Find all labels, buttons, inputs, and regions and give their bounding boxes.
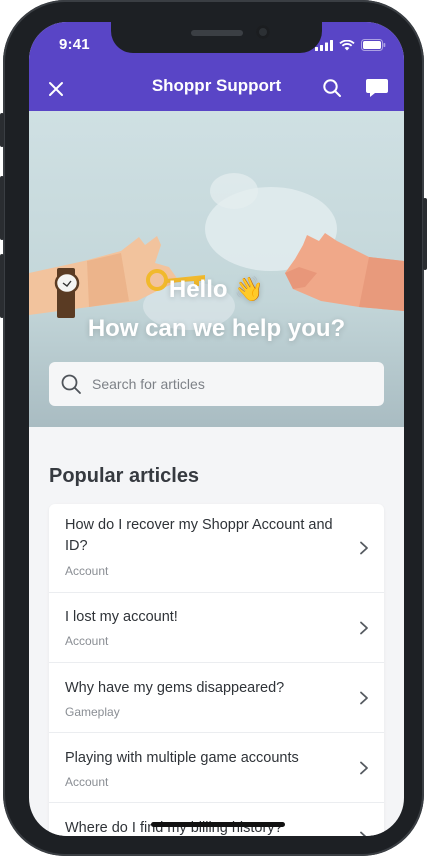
article-category: Gameplay: [65, 705, 120, 719]
battery-icon: [361, 39, 386, 51]
wifi-icon: [339, 39, 355, 50]
list-item[interactable]: How do I recover my Shoppr Account and I…: [49, 504, 384, 593]
screen: 9:41 Shoppr Support Hello 👋 How can we h…: [29, 22, 404, 836]
list-item[interactable]: I lost my account! Account: [49, 593, 384, 663]
chevron-right-icon: [360, 691, 368, 705]
notch: [111, 22, 322, 53]
article-category: Account: [65, 775, 109, 789]
popular-articles-heading: Popular articles: [49, 465, 200, 487]
article-category: Account: [65, 564, 109, 578]
list-item[interactable]: Playing with multiple game accounts Acco…: [49, 733, 384, 803]
app-header: Shoppr Support: [29, 66, 404, 111]
chat-icon[interactable]: [365, 77, 389, 99]
hero-greeting: Hello 👋: [168, 276, 265, 303]
speaker: [191, 30, 243, 36]
chevron-right-icon: [360, 541, 368, 555]
status-icons: [315, 39, 386, 51]
chevron-right-icon: [360, 831, 367, 836]
article-title: Playing with multiple game accounts: [65, 750, 299, 766]
chevron-right-icon: [360, 621, 368, 635]
search-icon[interactable]: [321, 77, 343, 99]
article-search[interactable]: [49, 362, 384, 406]
volume-down-button: [0, 254, 4, 318]
phone-frame: 9:41 Shoppr Support Hello 👋 How can we h…: [0, 0, 427, 856]
page-title: Shoppr Support: [151, 76, 282, 95]
silent-switch: [0, 113, 4, 147]
article-title: Why have my gems disappeared?: [65, 680, 285, 696]
front-camera: [256, 25, 270, 39]
list-item[interactable]: Where do I find my billing history?: [49, 803, 384, 836]
hero-banner: Hello 👋 How can we help you?: [29, 111, 404, 427]
status-time: 9:41: [59, 36, 90, 53]
search-icon: [61, 374, 81, 394]
volume-up-button: [0, 176, 4, 240]
popular-articles-list: How do I recover my Shoppr Account and I…: [49, 504, 384, 836]
chevron-right-icon: [360, 761, 368, 775]
article-title: I lost my account!: [65, 609, 178, 625]
home-indicator[interactable]: [151, 822, 285, 827]
hero-subtitle: How can we help you?: [87, 315, 346, 342]
article-category: Account: [65, 634, 109, 648]
article-title: How do I recover my Shoppr Account and I…: [65, 517, 333, 554]
list-item[interactable]: Why have my gems disappeared? Gameplay: [49, 663, 384, 733]
search-input[interactable]: [92, 376, 362, 392]
power-button: [423, 198, 427, 270]
article-title: Where do I find my billing history?: [65, 820, 283, 836]
